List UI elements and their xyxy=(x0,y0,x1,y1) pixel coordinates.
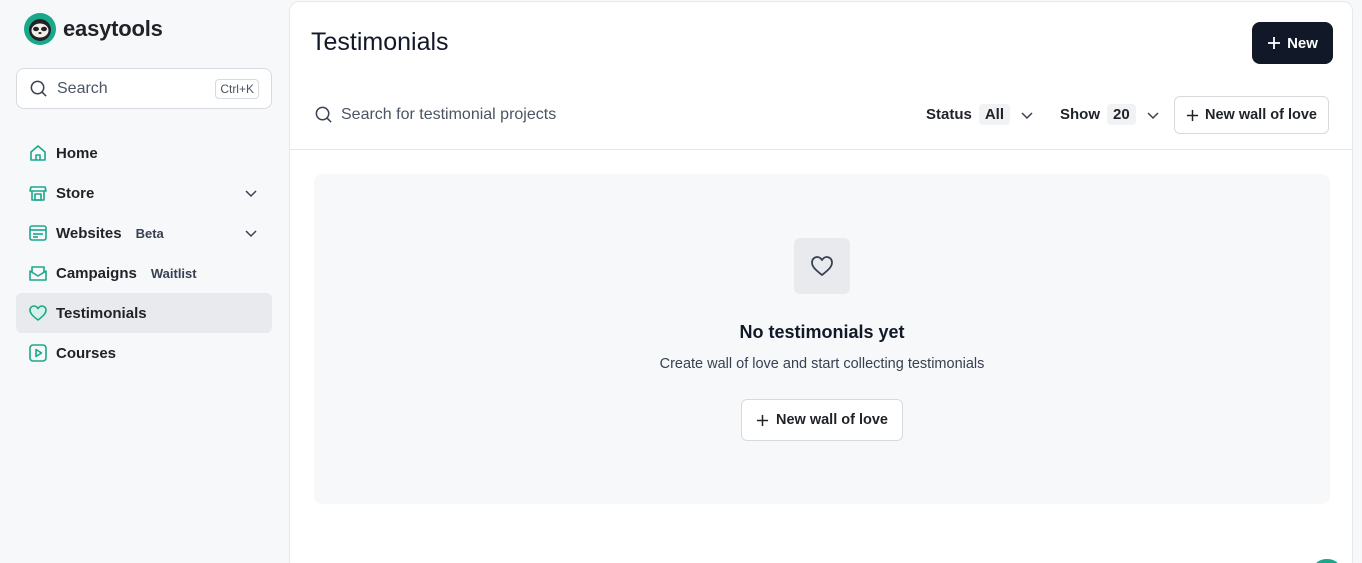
heart-icon xyxy=(811,256,833,276)
waitlist-badge: Waitlist xyxy=(150,265,197,281)
website-icon xyxy=(28,223,48,243)
search-shortcut: Ctrl+K xyxy=(215,78,259,99)
plus-icon xyxy=(1268,37,1281,49)
beta-badge: Beta xyxy=(135,225,164,241)
page-title: Testimonials xyxy=(311,28,449,56)
show-value: 20 xyxy=(1107,104,1136,125)
search-icon xyxy=(315,106,332,123)
sidebar-item-label: Testimonials xyxy=(56,304,147,322)
sidebar-item-campaigns[interactable]: Campaigns Waitlist xyxy=(16,253,272,293)
chevron-down-icon xyxy=(1147,111,1159,119)
search-placeholder: Search xyxy=(57,79,108,97)
sidebar-item-label: Store xyxy=(56,184,95,202)
plus-icon xyxy=(756,414,769,426)
empty-new-wall-of-love-button[interactable]: New wall of love xyxy=(741,399,903,441)
status-filter[interactable]: Status All xyxy=(926,104,1034,125)
new-button-label: New xyxy=(1287,34,1318,52)
sidebar-nav: Home Store Websites Beta Campaigns Waitl… xyxy=(16,133,272,373)
plus-icon xyxy=(1186,109,1199,121)
sloth-logo-icon xyxy=(24,13,56,45)
empty-state-title: No testimonials yet xyxy=(739,322,905,342)
store-icon xyxy=(28,183,48,203)
sidebar-item-label: Websites xyxy=(56,224,122,242)
chevron-down-icon xyxy=(1021,111,1033,119)
main-panel: Testimonials New Search for testimonial … xyxy=(289,1,1353,563)
toolbar: Search for testimonial projects Status A… xyxy=(290,96,1352,150)
global-search[interactable]: Search Ctrl+K xyxy=(16,68,272,109)
show-label: Show xyxy=(1060,106,1100,123)
mail-icon xyxy=(28,263,48,283)
empty-state-description: Create wall of love and start collecting… xyxy=(659,356,985,372)
sidebar-item-label: Courses xyxy=(56,344,117,362)
project-search-placeholder: Search for testimonial projects xyxy=(341,105,557,123)
home-icon xyxy=(28,143,48,163)
chevron-down-icon[interactable] xyxy=(244,186,258,200)
empty-state-icon-box xyxy=(794,238,850,294)
sidebar-item-testimonials[interactable]: Testimonials xyxy=(16,293,272,333)
sidebar-item-label: Home xyxy=(56,144,98,162)
brand[interactable]: easytools xyxy=(24,13,163,45)
play-icon xyxy=(28,343,48,363)
empty-new-wall-of-love-label: New wall of love xyxy=(776,412,888,428)
sidebar-item-home[interactable]: Home xyxy=(16,133,272,173)
sidebar: easytools Search Ctrl+K Home Store Websi… xyxy=(0,0,288,563)
status-label: Status xyxy=(926,106,972,123)
new-button[interactable]: New xyxy=(1252,22,1333,64)
sidebar-item-store[interactable]: Store xyxy=(16,173,272,213)
brand-name: easytools xyxy=(63,16,163,41)
project-search-input[interactable]: Search for testimonial projects xyxy=(314,105,556,124)
new-wall-of-love-button[interactable]: New wall of love xyxy=(1174,96,1329,134)
app-root: easytools Search Ctrl+K Home Store Websi… xyxy=(0,0,1362,563)
search-icon xyxy=(30,80,47,97)
sidebar-item-label: Campaigns xyxy=(56,264,137,282)
new-wall-of-love-label: New wall of love xyxy=(1205,107,1317,123)
sidebar-item-websites[interactable]: Websites Beta xyxy=(16,213,272,253)
sidebar-item-courses[interactable]: Courses xyxy=(16,333,272,373)
heart-icon xyxy=(28,303,48,323)
chevron-down-icon[interactable] xyxy=(244,226,258,240)
show-filter[interactable]: Show 20 xyxy=(1060,104,1160,125)
empty-state: No testimonials yet Create wall of love … xyxy=(314,174,1330,504)
status-value: All xyxy=(978,104,1011,125)
